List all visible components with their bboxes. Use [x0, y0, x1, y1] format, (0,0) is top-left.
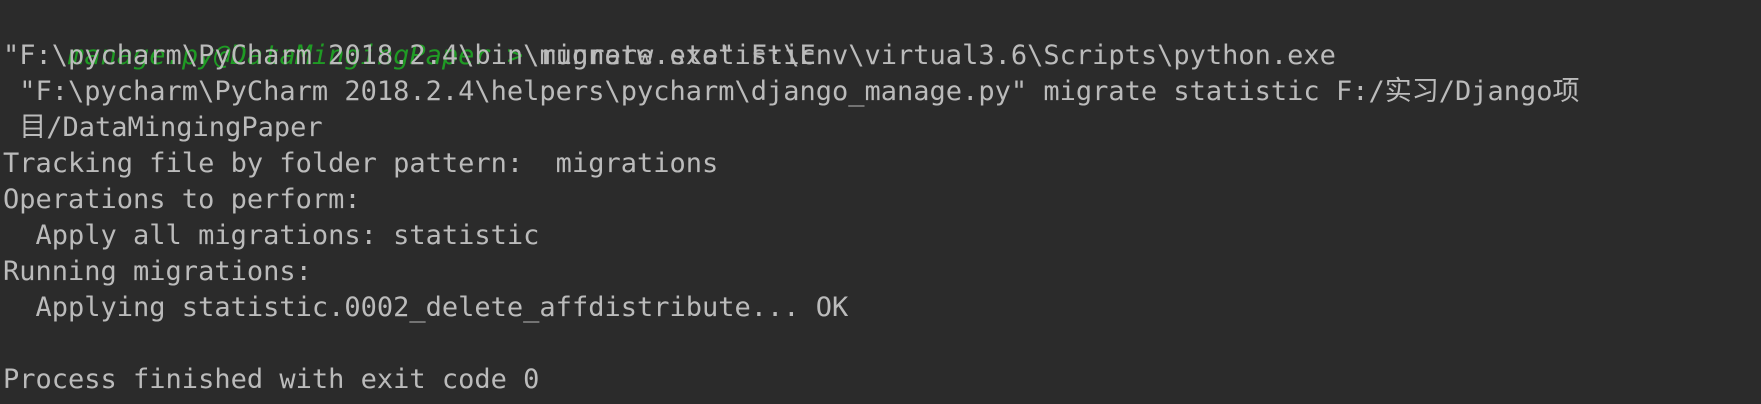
console-prompt-line[interactable]: manage.py@DataMingingPaper > migrate sta… [3, 2, 1761, 71]
console-line: Apply all migrations: statistic [3, 220, 540, 251]
console-line: Operations to perform: [3, 184, 361, 215]
console-line: "F:\pycharm\PyCharm 2018.2.4\bin\runnerw… [3, 40, 1336, 71]
console-line: Process finished with exit code 0 [3, 364, 540, 395]
console-line: Tracking file by folder pattern: migrati… [3, 148, 719, 179]
console-line: Applying statistic.0002_delete_affdistri… [3, 292, 849, 323]
console-line: "F:\pycharm\PyCharm 2018.2.4\helpers\pyc… [3, 76, 1580, 107]
console-line: 目/DataMingingPaper [3, 112, 323, 143]
console-output: manage.py@DataMingingPaper > migrate sta… [0, 0, 1761, 404]
console-line: Running migrations: [3, 256, 312, 287]
